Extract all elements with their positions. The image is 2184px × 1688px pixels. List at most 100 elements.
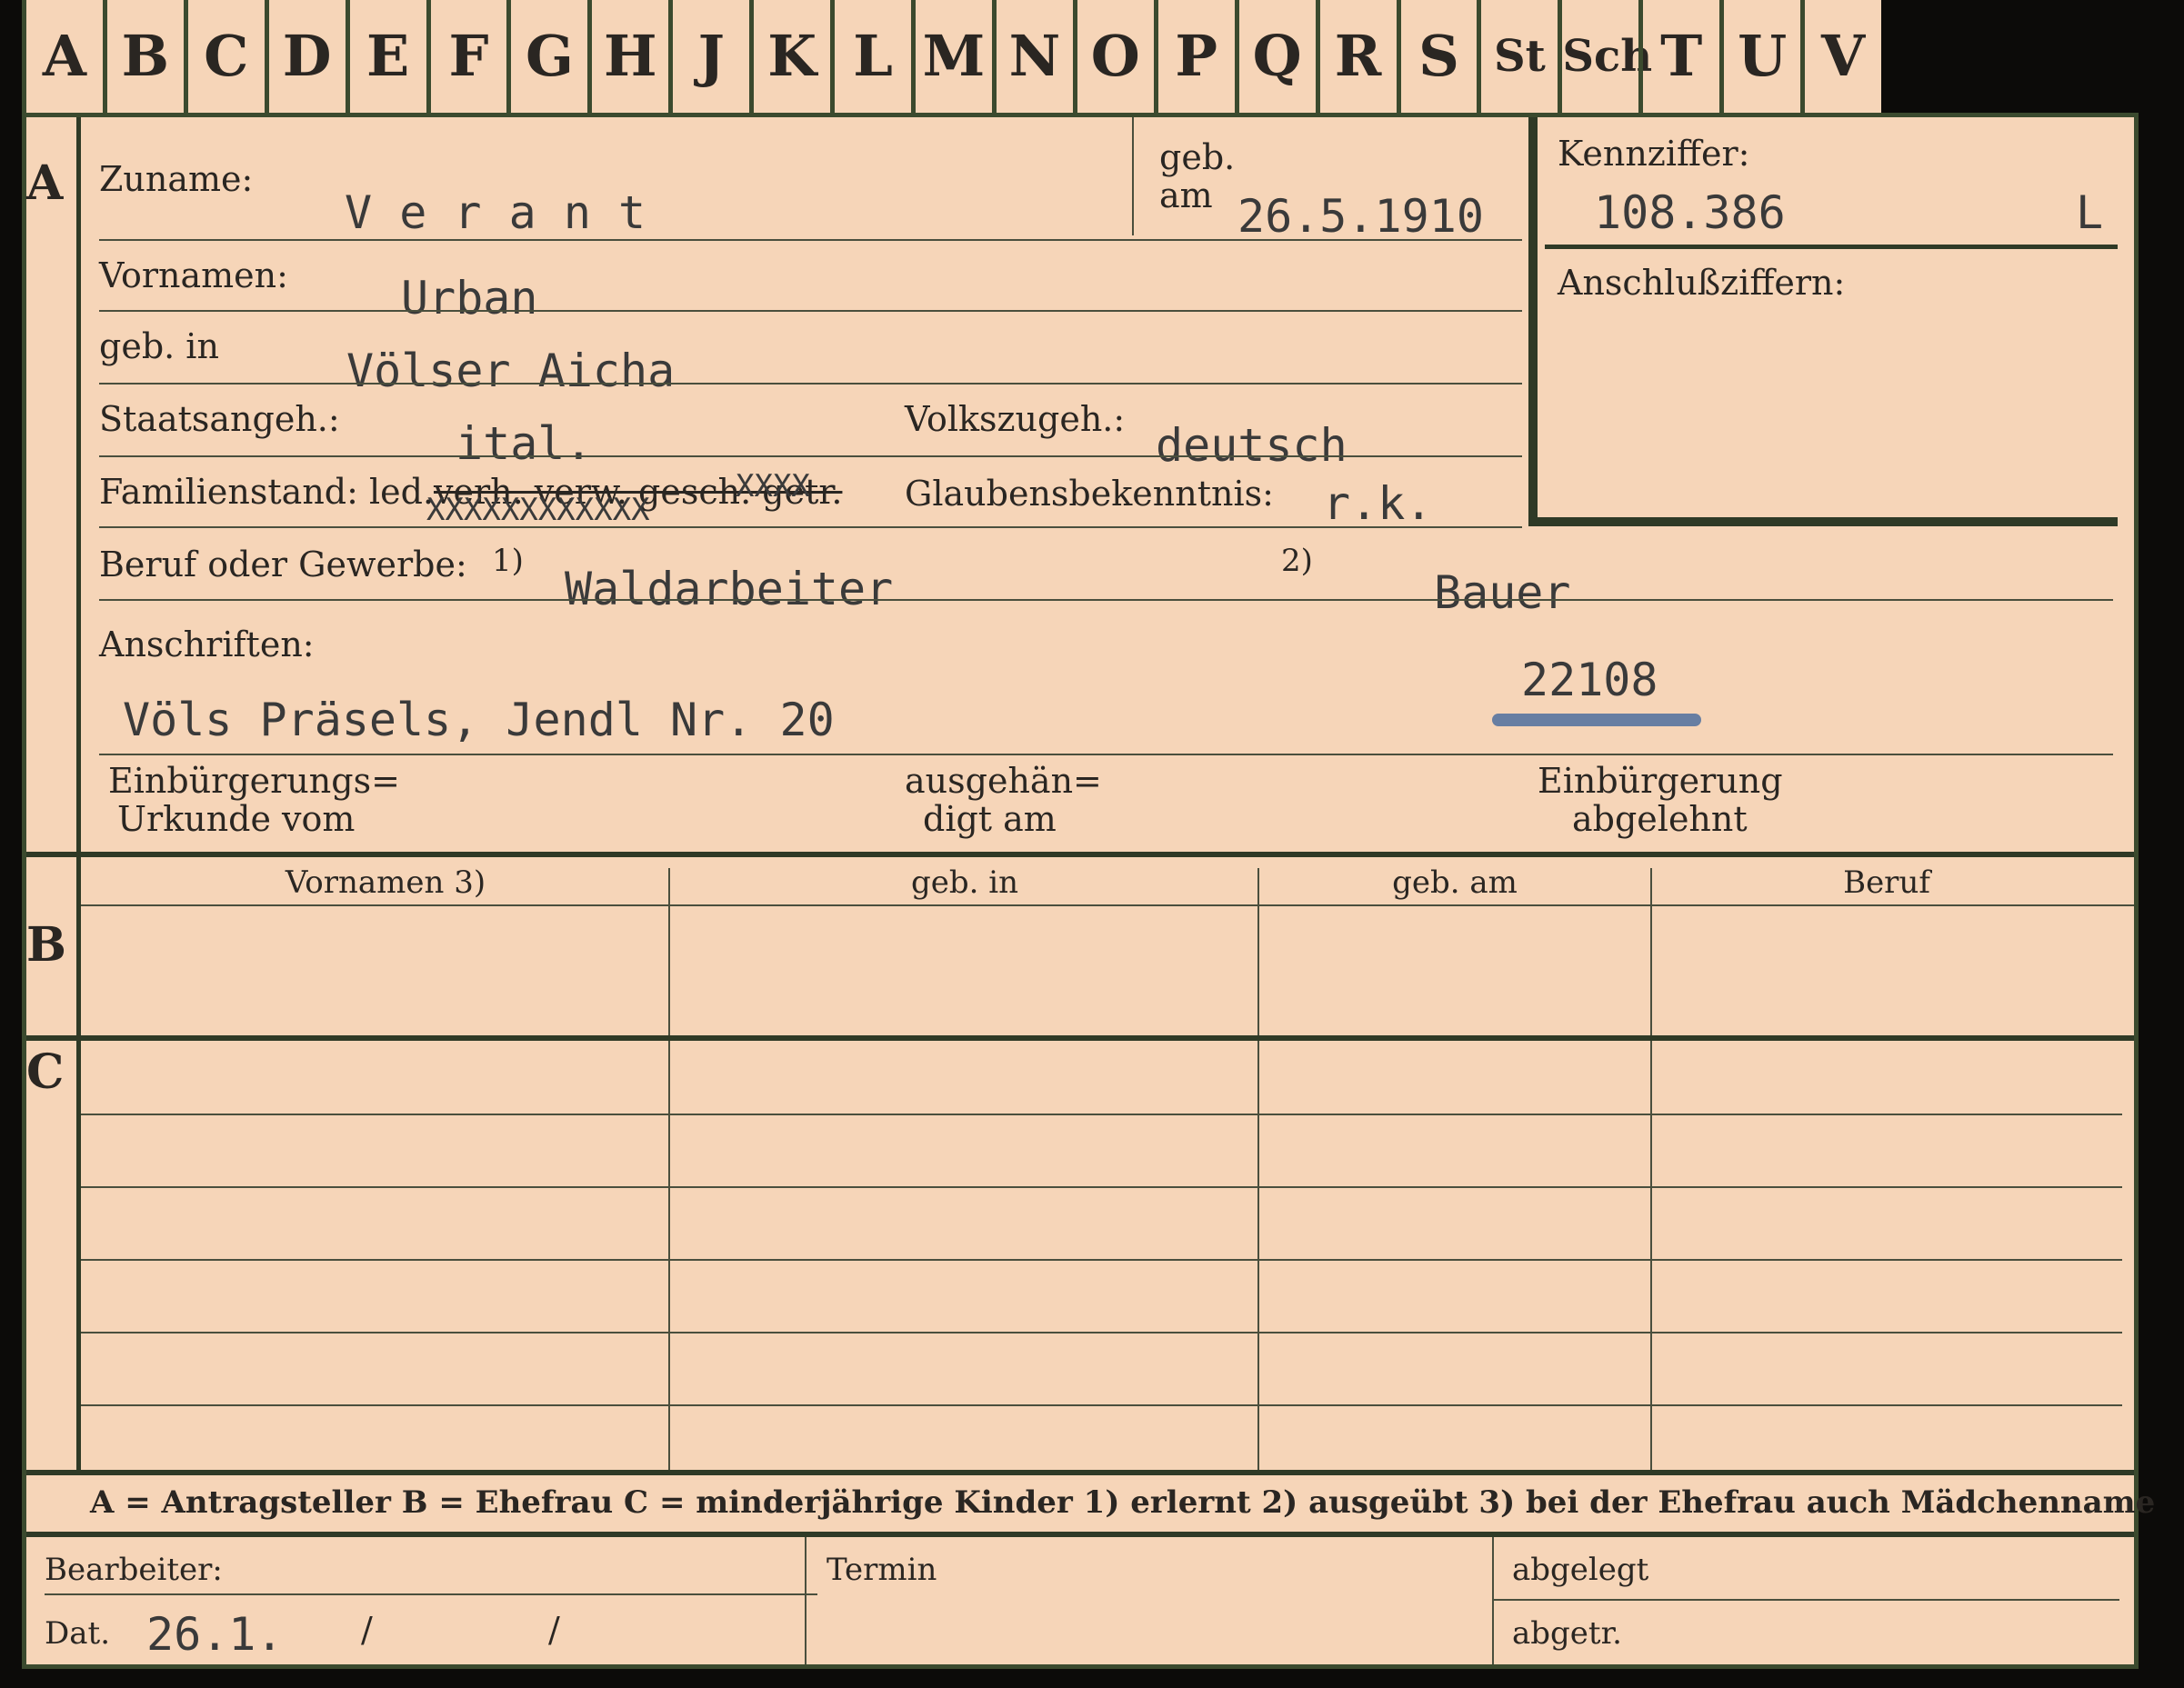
column-header-geb-am: geb. am	[1392, 864, 1518, 901]
footer-divider-1	[805, 1537, 806, 1664]
section-c-row-line-2	[81, 1186, 2122, 1188]
staatsangeh-label: Staatsangeh.:	[99, 399, 340, 439]
dat-value: 26.1.	[146, 1608, 284, 1661]
alphabet-tab: Sch	[1558, 0, 1652, 113]
anschrift-value: Völs Präsels, Jendl Nr. 20	[123, 694, 835, 746]
alphabet-tab: T	[1638, 0, 1719, 113]
row-4-line	[99, 455, 1522, 457]
ausgeh-label-2: digt am	[923, 799, 1057, 839]
kennziffer-value: 108.386	[1594, 186, 1786, 239]
section-c-row-line-3	[81, 1259, 2122, 1261]
alphabet-tab: N	[991, 0, 1073, 113]
alphabet-tab: L	[830, 0, 911, 113]
geb-am-value: 26.5.1910	[1237, 190, 1484, 243]
section-bc-divider	[26, 1035, 2134, 1041]
alphabet-tab: V	[1800, 0, 1881, 113]
kennziffer-box: Kennziffer: 108.386 L Anschlußziffern:	[1528, 117, 2118, 526]
section-b-marker: B	[26, 917, 66, 973]
row-6-line	[99, 599, 2113, 601]
glaubens-label: Glaubensbekenntnis:	[905, 474, 1274, 514]
beruf-value-2: Bauer	[1434, 566, 1571, 619]
section-c-col-line-3	[1650, 1054, 1652, 1475]
dat-label: Dat.	[45, 1615, 111, 1652]
familienstand-marks-under: XXXXXXXXXXXX	[426, 492, 650, 528]
abgelegt-line	[1492, 1599, 2119, 1601]
section-c-col-line-2	[1257, 1054, 1259, 1475]
alphabet-tab: J	[668, 0, 749, 113]
staatsangeh-value: ital.	[456, 417, 593, 470]
beruf-value-1: Waldarbeiter	[565, 563, 894, 615]
section-c-row-line-5	[81, 1404, 2122, 1406]
termin-label: Termin	[827, 1552, 937, 1588]
abgelehnt-label-2: abgelehnt	[1572, 799, 1748, 839]
beruf-note-2: 2)	[1281, 543, 1313, 579]
anschrift-number: 22108	[1521, 654, 1658, 706]
alphabet-tab: K	[749, 0, 830, 113]
geb-in-label: geb. in	[99, 326, 219, 366]
kennziffer-underline	[1545, 245, 2118, 249]
glaubens-value: r.k.	[1323, 477, 1433, 530]
dat-slash-1: /	[361, 1610, 373, 1650]
alphabet-tab: E	[345, 0, 426, 113]
abgelegt-label: abgelegt	[1512, 1552, 1649, 1588]
einbuerg-label-2: Urkunde vom	[117, 799, 356, 839]
section-c-col-line-1	[668, 1054, 670, 1475]
zuname-label: Zuname:	[99, 159, 254, 199]
row-5-line	[99, 526, 1522, 528]
section-c-marker: C	[26, 1044, 65, 1100]
kennziffer-label: Kennziffer:	[1558, 134, 1750, 174]
alphabet-tab: B	[102, 0, 184, 113]
geb-am-divider	[1132, 117, 1134, 235]
zuname-value: V e r a n t	[345, 186, 646, 239]
footer-divider-2	[1492, 1537, 1494, 1664]
kennziffer-suffix: L	[2076, 186, 2104, 239]
alphabet-tab: O	[1072, 0, 1154, 113]
legend-text: A = Antragsteller B = Ehefrau C = minder…	[90, 1484, 2156, 1521]
alphabet-tab: G	[506, 0, 587, 113]
alphabet-tab: D	[264, 0, 346, 113]
alphabet-tab: C	[183, 0, 265, 113]
section-a-marker: A	[26, 155, 64, 211]
vornamen-value: Urban	[401, 272, 538, 325]
section-c-row-line-4	[81, 1332, 2122, 1333]
volkszugeh-label: Volkszugeh.:	[905, 399, 1126, 439]
anschluss-label: Anschlußziffern:	[1558, 263, 1846, 303]
registration-card: A Kennziffer: 108.386 L Anschlußziffern:…	[22, 113, 2155, 1669]
column-header-beruf: Beruf	[1843, 864, 1930, 901]
column-header-geb-in: geb. in	[910, 864, 1019, 901]
familienstand-marks: XXXX	[736, 468, 810, 504]
ausgeh-label-1: ausgehän=	[905, 761, 1102, 801]
einbuerg-label-1: Einbürgerungs=	[108, 761, 400, 801]
row-7-line	[99, 754, 2113, 755]
beruf-note-1: 1)	[492, 543, 524, 579]
volkszugeh-value: deutsch	[1156, 419, 1347, 472]
section-c-rule	[76, 1041, 81, 1475]
row-3-line	[99, 383, 1522, 385]
abgetr-label: abgetr.	[1512, 1615, 1622, 1652]
legend-bottom-divider	[26, 1532, 2134, 1537]
column-header-vornamen: Vornamen 3)	[285, 864, 486, 901]
alphabet-tab: F	[426, 0, 507, 113]
alphabet-tab: U	[1719, 0, 1800, 113]
section-ab-divider	[26, 852, 2134, 857]
geb-in-value: Völser Aicha	[346, 345, 676, 397]
section-b-header-line	[81, 904, 2134, 906]
alphabet-tab: P	[1153, 0, 1235, 113]
geb-am-label-2: am	[1159, 175, 1213, 215]
alphabet-tab: Q	[1234, 0, 1316, 113]
anschriften-label: Anschriften:	[99, 624, 315, 664]
alphabet-tab-strip: A B C D E F G H J K L M N O P Q R S St Sch T U V	[22, 0, 1881, 115]
geb-am-label-1: geb.	[1159, 137, 1236, 177]
dat-slash-2: /	[548, 1610, 560, 1650]
blue-underline-mark	[1492, 714, 1701, 726]
alphabet-tab: S	[1396, 0, 1478, 113]
beruf-label: Beruf oder Gewerbe:	[99, 544, 467, 584]
alphabet-tab: M	[911, 0, 992, 113]
section-a-rule	[76, 117, 81, 859]
alphabet-tab: R	[1315, 0, 1397, 113]
alphabet-tab: A	[22, 0, 103, 113]
row-1-line	[99, 239, 1522, 241]
familienstand-label: Familienstand: led.	[99, 472, 435, 512]
vornamen-label: Vornamen:	[99, 255, 288, 295]
abgelehnt-label-1: Einbürgerung	[1538, 761, 1783, 801]
